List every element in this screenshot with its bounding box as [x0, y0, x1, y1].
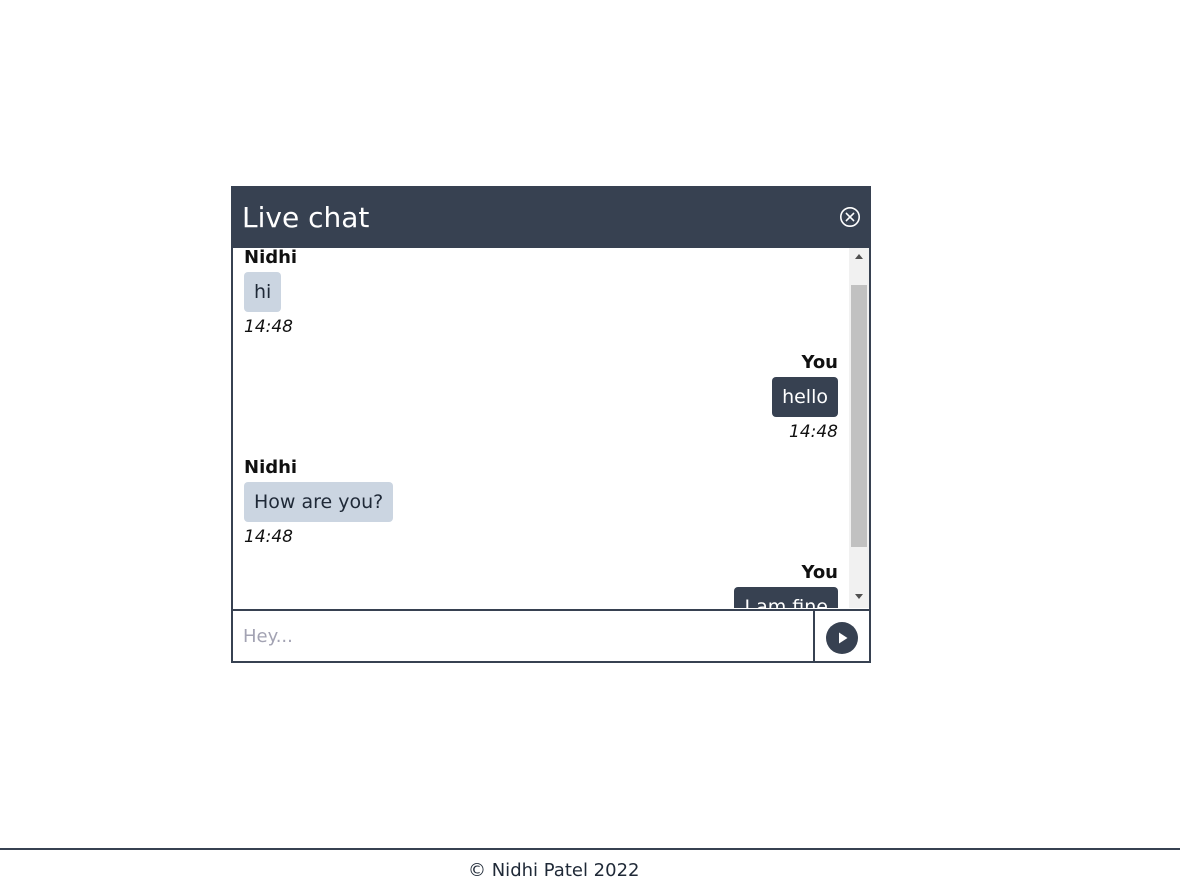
message-scrollbar[interactable]: [849, 248, 869, 608]
send-button[interactable]: [826, 622, 858, 654]
close-button[interactable]: [839, 206, 861, 228]
message-time: 14:48: [244, 527, 293, 547]
scroll-down-button[interactable]: [849, 588, 869, 608]
message-bubble: hi: [244, 272, 282, 312]
close-icon: [839, 206, 861, 228]
scroll-up-button[interactable]: [849, 248, 869, 268]
message-item: You I am fine: [734, 563, 838, 608]
message-time: 14:48: [789, 422, 838, 442]
arrow-up-icon: [849, 254, 869, 259]
live-chat-widget: Live chat Nidhi hi 14:48 You hello 14:48…: [231, 186, 871, 663]
message-input[interactable]: [233, 611, 815, 661]
copyright-text: © Nidhi Patel 2022: [468, 860, 640, 881]
footer: © Nidhi Patel 2022: [0, 848, 1180, 885]
play-icon: [826, 622, 858, 654]
message-item: Nidhi hi 14:48: [244, 248, 297, 337]
message-time: 14:48: [244, 317, 293, 337]
message-bubble: How are you?: [244, 482, 394, 522]
message-item: Nidhi How are you? 14:48: [244, 457, 394, 547]
arrow-down-icon: [849, 594, 869, 599]
chat-title: Live chat: [242, 201, 370, 234]
page: Live chat Nidhi hi 14:48 You hello 14:48…: [0, 0, 1180, 885]
message-composer: [233, 609, 869, 661]
message-sender: Nidhi: [244, 457, 298, 478]
message-sender: You: [801, 352, 838, 373]
message-item: You hello 14:48: [772, 353, 838, 442]
scrollbar-thumb[interactable]: [851, 285, 867, 547]
chat-header: Live chat: [233, 188, 869, 248]
message-sender: You: [801, 562, 838, 583]
message-list[interactable]: Nidhi hi 14:48 You hello 14:48 Nidhi How…: [233, 248, 869, 608]
message-bubble: hello: [772, 377, 838, 417]
message-sender: Nidhi: [244, 248, 298, 268]
message-bubble: I am fine: [734, 587, 838, 608]
